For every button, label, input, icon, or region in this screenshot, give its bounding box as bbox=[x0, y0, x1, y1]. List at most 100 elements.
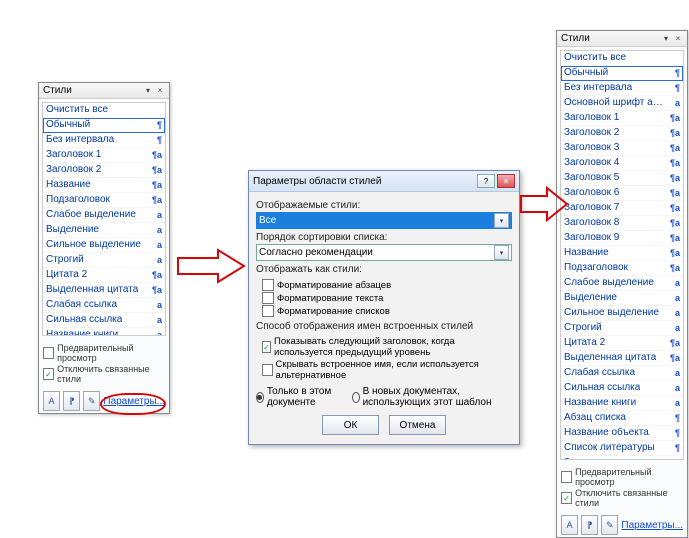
style-row[interactable]: Сильное выделениеa bbox=[561, 306, 683, 321]
chevron-down-icon[interactable]: ▾ bbox=[494, 245, 509, 260]
pane-close-icon[interactable]: × bbox=[673, 34, 683, 44]
style-row[interactable]: Заголовок 2¶a bbox=[561, 126, 683, 141]
style-row[interactable]: Название¶a bbox=[43, 178, 165, 193]
style-row[interactable]: Заголовок 1¶a bbox=[561, 111, 683, 126]
style-inspector-button[interactable]: ⁋ bbox=[581, 515, 598, 535]
radio-new-documents[interactable]: В новых документах, использующих этот ша… bbox=[352, 386, 512, 408]
combo-sort-order[interactable]: Согласно рекомендации ▾ bbox=[256, 244, 512, 261]
style-row[interactable]: Строгийa bbox=[561, 321, 683, 336]
styles-list[interactable]: Очистить всеОбычный¶Без интервала¶Заголо… bbox=[42, 102, 166, 336]
radio-icon[interactable] bbox=[256, 392, 264, 403]
pane-menu-icon[interactable]: ▾ bbox=[661, 34, 671, 44]
chevron-down-icon[interactable]: ▾ bbox=[494, 213, 509, 228]
style-row[interactable]: Без интервала¶ bbox=[561, 81, 683, 96]
combo-show-styles[interactable]: Все ▾ bbox=[256, 212, 512, 229]
checkbox-icon[interactable] bbox=[262, 364, 273, 376]
style-name: Сильное выделение bbox=[564, 307, 659, 319]
style-row[interactable]: Подзаголовок¶a bbox=[561, 261, 683, 276]
style-row[interactable]: Название книгиa bbox=[561, 396, 683, 411]
style-row[interactable]: Очистить все bbox=[561, 51, 683, 66]
style-row[interactable]: Выделенная цитата¶a bbox=[43, 283, 165, 298]
style-row[interactable]: Слабая ссылкаa bbox=[43, 298, 165, 313]
style-name: Строгий bbox=[564, 322, 602, 334]
manage-styles-button[interactable]: ✎ bbox=[83, 391, 100, 411]
style-row[interactable]: Заголовок 1¶a bbox=[43, 148, 165, 163]
pane-titlebar[interactable]: Стили ▾ × bbox=[39, 83, 169, 99]
style-row[interactable]: Слабое выделениеa bbox=[561, 276, 683, 291]
style-row[interactable]: Заголовок 7¶a bbox=[561, 201, 683, 216]
style-row[interactable]: Цитата 2¶a bbox=[43, 268, 165, 283]
chk-hide-builtin-alt[interactable]: Скрывать встроенное имя, если использует… bbox=[262, 359, 512, 381]
checkbox-icon[interactable] bbox=[561, 471, 572, 483]
style-row[interactable]: Заголовок оглавления¶ bbox=[561, 456, 683, 460]
style-row[interactable]: Слабая ссылкаa bbox=[561, 366, 683, 381]
chk-text-formatting[interactable]: Форматирование текста bbox=[262, 292, 512, 304]
dialog-close-button[interactable]: ✕ bbox=[497, 174, 515, 188]
preview-checkbox-row[interactable]: Предварительный просмотр bbox=[561, 467, 683, 487]
style-row[interactable]: Заголовок 9¶a bbox=[561, 231, 683, 246]
style-row[interactable]: Обычный¶ bbox=[43, 118, 165, 133]
style-row[interactable]: Заголовок 2¶a bbox=[43, 163, 165, 178]
cancel-button[interactable]: Отмена bbox=[389, 415, 446, 435]
chk-show-next-heading[interactable]: ✓ Показывать следующий заголовок, когда … bbox=[262, 336, 512, 358]
style-row[interactable]: Обычный¶ bbox=[561, 66, 683, 81]
options-link[interactable]: Параметры... bbox=[621, 520, 683, 531]
style-name: Заголовок 8 bbox=[564, 217, 619, 229]
style-row[interactable]: Заголовок 8¶a bbox=[561, 216, 683, 231]
new-style-button[interactable]: A bbox=[561, 515, 578, 535]
radio-this-document[interactable]: Только в этом документе bbox=[256, 386, 342, 408]
checkbox-icon[interactable]: ✓ bbox=[561, 492, 572, 504]
style-row[interactable]: Очистить все bbox=[43, 103, 165, 118]
style-row[interactable]: Основной шрифт абзацаa bbox=[561, 96, 683, 111]
style-row[interactable]: Заголовок 6¶a bbox=[561, 186, 683, 201]
ok-button[interactable]: ОК bbox=[322, 415, 379, 435]
style-row[interactable]: Абзац списка¶ bbox=[561, 411, 683, 426]
style-row[interactable]: Без интервала¶ bbox=[43, 133, 165, 148]
style-name: Слабое выделение bbox=[564, 277, 654, 289]
style-row[interactable]: Выделенная цитата¶a bbox=[561, 351, 683, 366]
dialog-titlebar[interactable]: Параметры области стилей ? ✕ bbox=[249, 171, 519, 192]
checkbox-icon[interactable]: ✓ bbox=[43, 368, 54, 380]
dialog-help-button[interactable]: ? bbox=[477, 174, 495, 188]
style-row[interactable]: Заголовок 3¶a bbox=[561, 141, 683, 156]
style-name: Цитата 2 bbox=[46, 269, 87, 281]
pane-menu-icon[interactable]: ▾ bbox=[143, 86, 153, 96]
radio-icon[interactable] bbox=[352, 392, 360, 403]
styles-pane-left: Стили ▾ × Очистить всеОбычный¶Без интерв… bbox=[38, 82, 170, 414]
chk-list-formatting[interactable]: Форматирование списков bbox=[262, 305, 512, 317]
style-row[interactable]: Строгийa bbox=[43, 253, 165, 268]
checkbox-icon[interactable] bbox=[262, 279, 274, 291]
new-style-button[interactable]: A bbox=[43, 391, 60, 411]
checkbox-icon[interactable] bbox=[262, 305, 274, 317]
style-type-icon: a bbox=[666, 367, 680, 379]
style-row[interactable]: Название книгиa bbox=[43, 328, 165, 336]
options-link[interactable]: Параметры... bbox=[103, 396, 165, 407]
checkbox-icon[interactable]: ✓ bbox=[262, 341, 271, 353]
style-row[interactable]: Сильное выделениеa bbox=[43, 238, 165, 253]
style-row[interactable]: Сильная ссылкаa bbox=[561, 381, 683, 396]
manage-styles-button[interactable]: ✎ bbox=[601, 515, 618, 535]
style-row[interactable]: Название¶a bbox=[561, 246, 683, 261]
style-row[interactable]: Цитата 2¶a bbox=[561, 336, 683, 351]
style-row[interactable]: Заголовок 5¶a bbox=[561, 171, 683, 186]
checkbox-icon[interactable] bbox=[43, 347, 54, 359]
chk-paragraph-formatting[interactable]: Форматирование абзацев bbox=[262, 279, 512, 291]
pane-titlebar[interactable]: Стили ▾ × bbox=[557, 31, 687, 47]
style-row[interactable]: Название объекта¶ bbox=[561, 426, 683, 441]
style-row[interactable]: Слабое выделениеa bbox=[43, 208, 165, 223]
pane-close-icon[interactable]: × bbox=[155, 86, 165, 96]
style-row[interactable]: Сильная ссылкаa bbox=[43, 313, 165, 328]
preview-label: Предварительный просмотр bbox=[575, 467, 683, 487]
style-row[interactable]: Список литературы¶ bbox=[561, 441, 683, 456]
style-row[interactable]: Подзаголовок¶a bbox=[43, 193, 165, 208]
styles-list[interactable]: Очистить всеОбычный¶Без интервала¶Основн… bbox=[560, 50, 684, 460]
style-type-icon: ¶ bbox=[148, 134, 162, 146]
checkbox-icon[interactable] bbox=[262, 292, 274, 304]
preview-checkbox-row[interactable]: Предварительный просмотр bbox=[43, 343, 165, 363]
disable-linked-checkbox-row[interactable]: ✓ Отключить связанные стили bbox=[43, 364, 165, 384]
style-row[interactable]: Выделениеa bbox=[561, 291, 683, 306]
disable-linked-checkbox-row[interactable]: ✓ Отключить связанные стили bbox=[561, 488, 683, 508]
style-inspector-button[interactable]: ⁋ bbox=[63, 391, 80, 411]
style-row[interactable]: Заголовок 4¶a bbox=[561, 156, 683, 171]
style-row[interactable]: Выделениеa bbox=[43, 223, 165, 238]
